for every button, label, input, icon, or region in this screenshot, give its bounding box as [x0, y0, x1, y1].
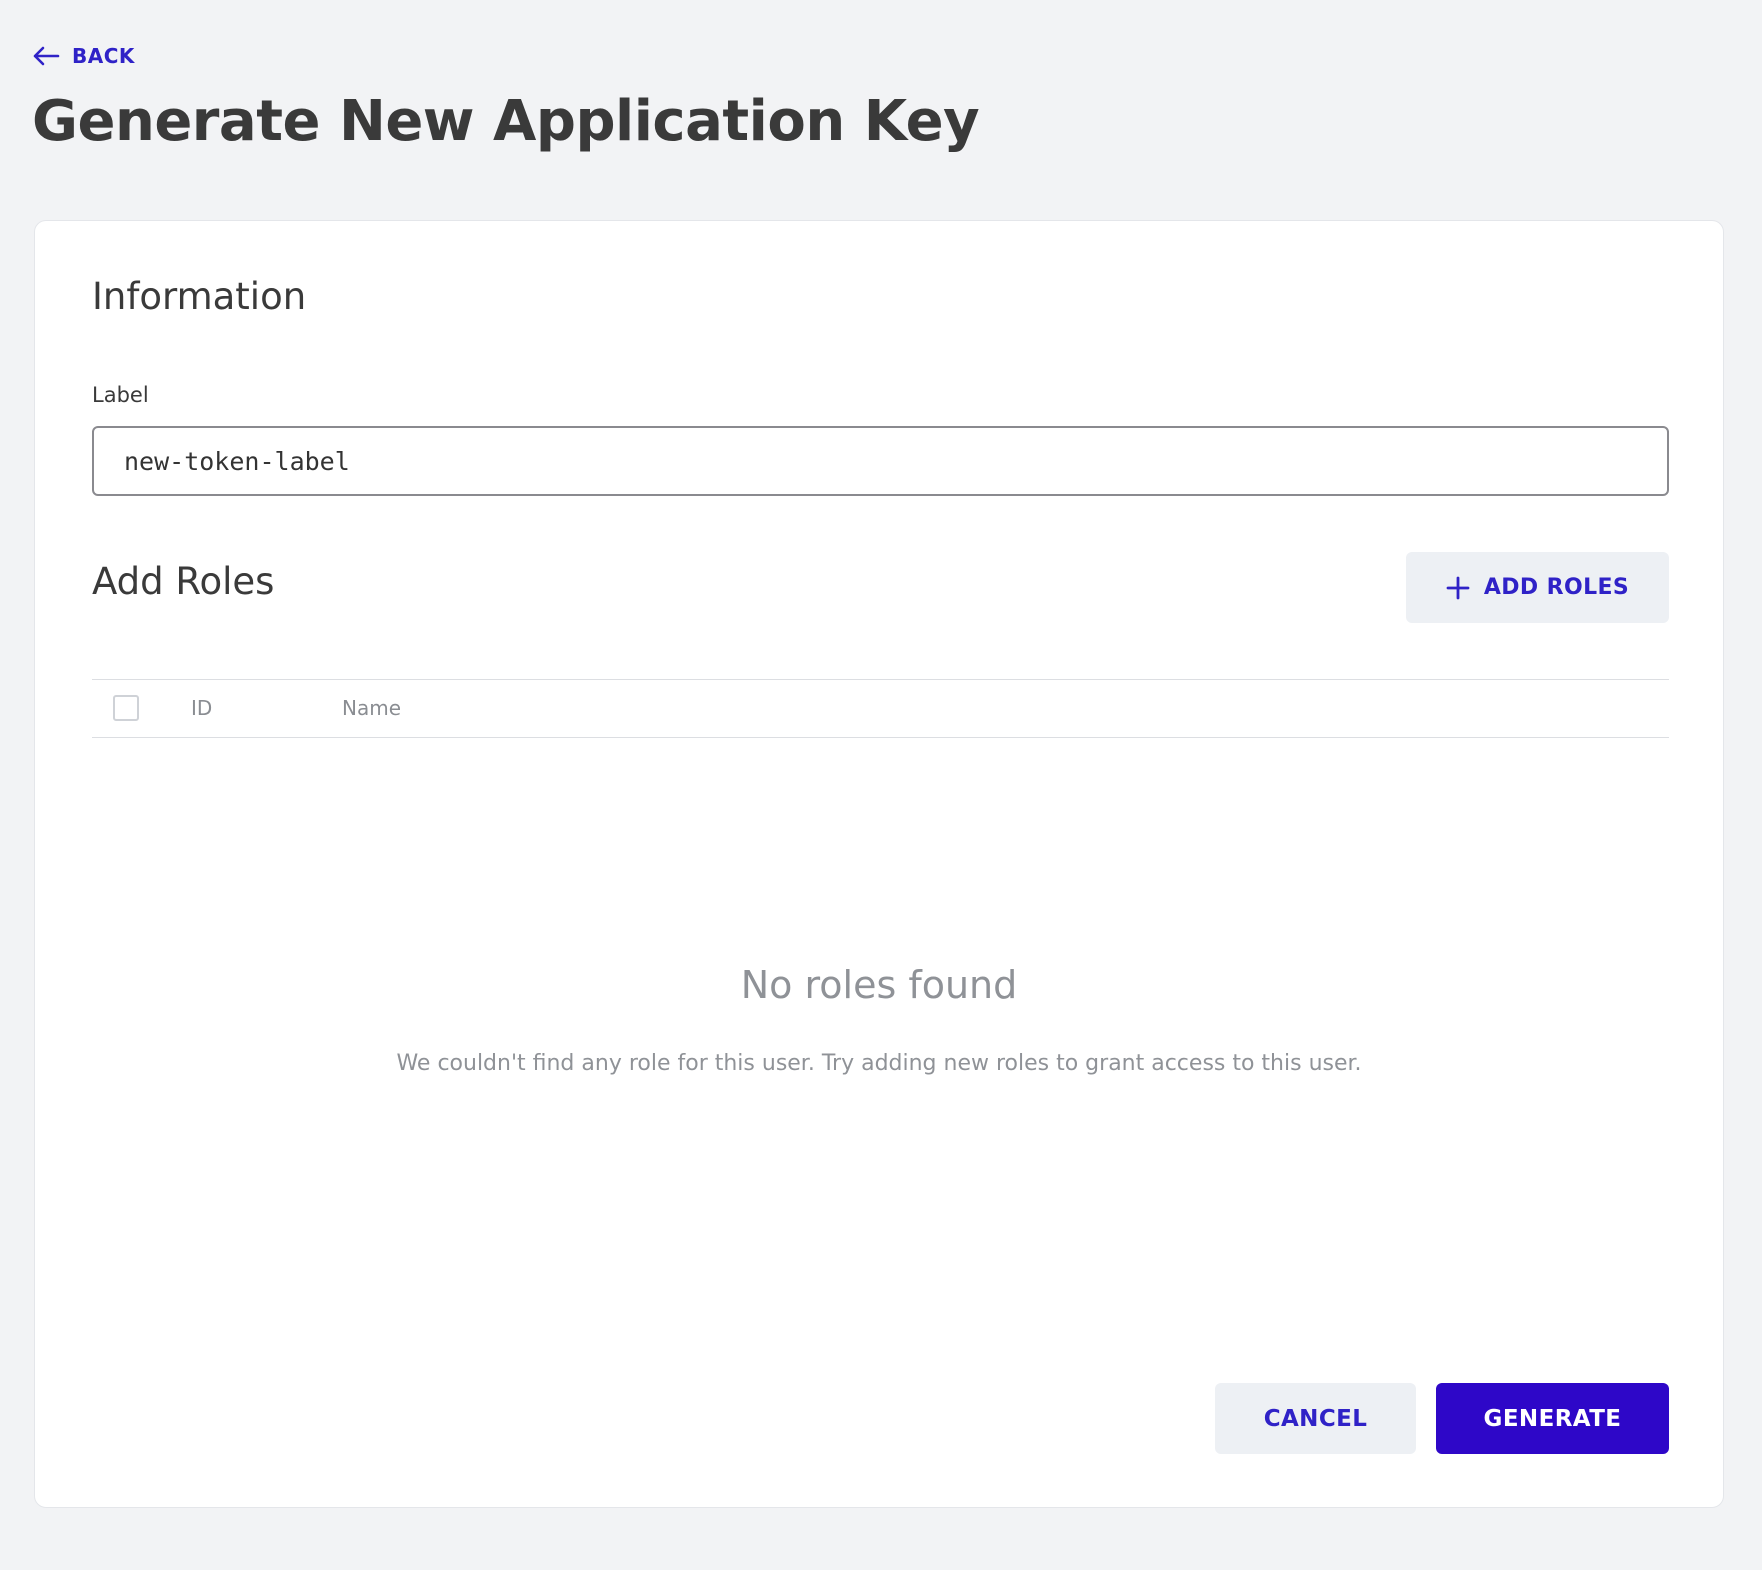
empty-state-description: We couldn't find any role for this user.… — [396, 1051, 1362, 1076]
cancel-button[interactable]: CANCEL — [1215, 1383, 1416, 1454]
application-key-form-card: Information Label Add Roles ADD ROLES ID… — [34, 220, 1724, 1508]
roles-table-header: ID Name — [92, 679, 1669, 738]
add-roles-section-title: Add Roles — [92, 560, 275, 603]
back-link[interactable]: BACK — [32, 44, 135, 68]
add-roles-button[interactable]: ADD ROLES — [1406, 552, 1669, 623]
select-all-checkbox[interactable] — [113, 695, 139, 721]
arrow-left-icon — [32, 46, 60, 66]
generate-button[interactable]: GENERATE — [1436, 1383, 1669, 1454]
back-label: BACK — [72, 44, 135, 68]
add-roles-label: ADD ROLES — [1483, 575, 1630, 600]
empty-state-title: No roles found — [740, 963, 1018, 1007]
column-header-name[interactable]: Name — [342, 696, 401, 720]
label-field-label: Label — [92, 383, 149, 407]
label-input[interactable] — [92, 426, 1669, 496]
column-header-id[interactable]: ID — [191, 696, 212, 720]
plus-icon — [1446, 576, 1470, 600]
information-section-title: Information — [92, 275, 307, 318]
page-title: Generate New Application Key — [32, 89, 980, 154]
